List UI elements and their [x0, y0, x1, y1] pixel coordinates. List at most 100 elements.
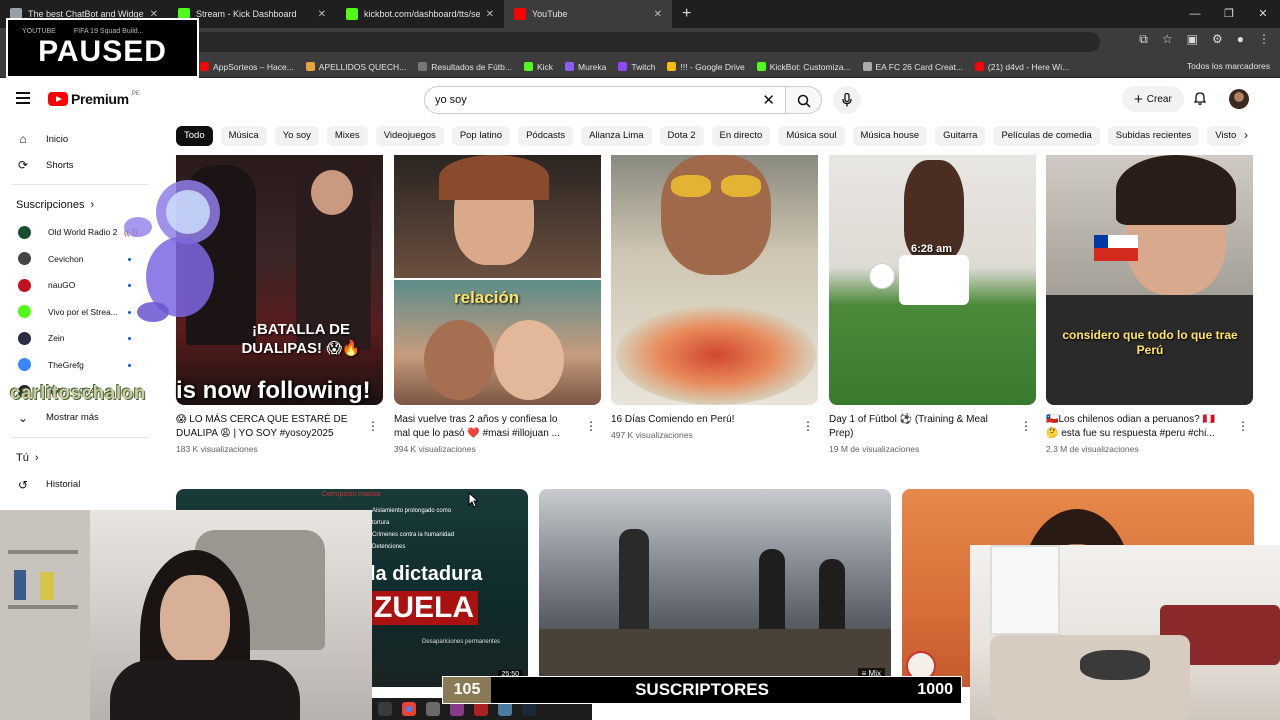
profile-icon[interactable]: ●	[1237, 32, 1244, 47]
logo-text: Premium	[71, 91, 129, 107]
channel-avatar	[18, 252, 31, 266]
obs-icon[interactable]	[474, 702, 488, 716]
more-options-icon[interactable]: ⋮	[585, 419, 597, 433]
thumb-shorts	[899, 255, 969, 305]
create-button[interactable]: + Crear	[1122, 86, 1184, 112]
search-button[interactable]	[786, 86, 822, 114]
video-title[interactable]: 16 Días Comiendo en Perú!	[611, 413, 791, 427]
filter-chip[interactable]: Alianza Lima	[581, 126, 652, 146]
plus-icon: +	[1134, 90, 1143, 108]
app-icon[interactable]	[426, 702, 440, 716]
filter-chip[interactable]: Películas de comedia	[993, 126, 1100, 146]
hamburger-menu-icon[interactable]	[16, 92, 30, 104]
steam-icon[interactable]	[522, 702, 536, 716]
bookmark-item[interactable]: APELLIDOS QUECH...	[305, 62, 406, 72]
video-title[interactable]: 😱 LO MÁS CERCA QUE ESTARÉ DE DUALIPA 😩 |…	[176, 413, 356, 441]
browser-menu-icon[interactable]: ⋮	[1258, 32, 1270, 47]
bookmark-item[interactable]: Twitch	[618, 62, 655, 72]
filter-chip[interactable]: Todo	[176, 126, 213, 146]
video-thumbnail[interactable]: 6:28 am	[829, 155, 1036, 405]
thumb-text: tortura	[372, 520, 390, 526]
sidebar-item-home[interactable]: ⌂ Inicio	[0, 126, 160, 152]
sidebar-item-history[interactable]: ↺ Historial	[0, 472, 160, 498]
video-card[interactable]: relación Masi vuelve tras 2 años y confi…	[394, 155, 601, 454]
filter-chip[interactable]: Música	[220, 126, 267, 146]
video-title[interactable]: 🇨🇱Los chilenos odian a peruanos? 🇵🇪 🤔 es…	[1046, 413, 1226, 441]
chevron-right-icon[interactable]: ›	[1244, 128, 1248, 142]
bookmark-item[interactable]: !!! - Google Drive	[667, 62, 745, 72]
bookmark-item[interactable]: (21) d4vd - Here Wi...	[974, 62, 1069, 72]
clear-search-icon[interactable]: ✕	[762, 91, 775, 109]
new-tab-button[interactable]: +	[672, 5, 701, 23]
video-card[interactable]: considero que todo lo que trae Perú 🇨🇱Lo…	[1046, 155, 1253, 454]
filter-chip[interactable]: Pódcasts	[518, 126, 574, 146]
chrome-icon[interactable]	[402, 702, 416, 716]
video-thumbnail[interactable]: relación	[394, 155, 601, 405]
food-plate	[616, 305, 816, 405]
search-query: yo soy	[435, 94, 467, 106]
search-input[interactable]: yo soy ✕	[424, 86, 786, 114]
start-icon[interactable]	[378, 702, 392, 716]
omnibox[interactable]	[190, 32, 1100, 52]
filter-chip[interactable]: En directo	[711, 126, 771, 146]
bookmark-item[interactable]: KickBot: Customiza...	[756, 62, 851, 72]
show-more-button[interactable]: ⌄ Mostrar más	[0, 405, 160, 431]
cast-icon[interactable]: ⧉	[1139, 32, 1148, 47]
filter-chip[interactable]: Yo soy	[274, 126, 319, 146]
close-tab-icon[interactable]: ✕	[318, 9, 326, 20]
channel-name: Zein	[48, 333, 65, 344]
all-bookmarks-link[interactable]: Todos los marcadores	[1187, 61, 1270, 71]
video-card[interactable]: 6:28 am Day 1 of Fútbol ⚽ (Training & Me…	[829, 155, 1036, 454]
video-views: 497 K visualizaciones	[611, 430, 693, 440]
close-tab-icon[interactable]: ✕	[486, 9, 494, 20]
video-card[interactable]: 16 Días Comiendo en Perú! 497 K visualiz…	[611, 155, 818, 440]
filter-chip[interactable]: Videojuegos	[375, 126, 444, 146]
sidebar-item-label: Mostrar más	[46, 412, 99, 423]
notifications-bell-icon[interactable]	[1192, 90, 1208, 106]
filter-chip[interactable]: Guitarra	[935, 126, 986, 146]
sidebar-item-label: Shorts	[46, 159, 74, 171]
filter-chip[interactable]: Mixes	[326, 126, 368, 146]
bookmark-item[interactable]: Kick	[523, 62, 553, 72]
bookmark-item[interactable]: EA FC 26 Card Creat...	[862, 62, 963, 72]
bookmark-item[interactable]: Mureka	[565, 62, 606, 72]
more-options-icon[interactable]: ⋮	[802, 419, 814, 433]
bookmark-item[interactable]: AppSorteos – Hace...	[200, 62, 294, 72]
you-heading[interactable]: Tú ›	[0, 444, 160, 472]
puzzle-icon[interactable]: ⚙	[1212, 32, 1223, 47]
channel-name: Old World Radio 2	[48, 227, 118, 238]
app-icon[interactable]	[450, 702, 464, 716]
youtube-logo[interactable]: Premium PE	[48, 91, 140, 107]
filter-chip[interactable]: Música soul	[778, 126, 845, 146]
video-title[interactable]: Day 1 of Fútbol ⚽ (Training & Meal Prep)	[829, 413, 1009, 441]
voice-search-button[interactable]	[833, 86, 861, 114]
close-tab-icon[interactable]: ✕	[654, 9, 662, 20]
minimize-icon[interactable]: —	[1178, 0, 1212, 28]
account-avatar[interactable]	[1229, 89, 1249, 109]
filter-chip[interactable]: Dota 2	[659, 126, 704, 146]
filter-chip[interactable]: Pop latino	[451, 126, 511, 146]
subscription-item[interactable]: TheGrefg	[0, 352, 160, 379]
sidebar-item-label: Historial	[46, 479, 81, 490]
browser-tab[interactable]: kickbot.com/dashboard/tts/set ✕	[336, 0, 504, 28]
astronaut-sticker	[124, 180, 220, 322]
more-options-icon[interactable]: ⋮	[367, 419, 379, 433]
filter-chip[interactable]: Música house	[852, 126, 928, 146]
bookmark-item[interactable]: Resultados de Fútb...	[418, 62, 512, 72]
extension-icon[interactable]: ▣	[1187, 32, 1198, 47]
more-options-icon[interactable]: ⋮	[1237, 419, 1249, 433]
filter-chip[interactable]: Visto	[1207, 126, 1245, 146]
bookmark-label: AppSorteos – Hace...	[213, 61, 294, 72]
more-options-icon[interactable]: ⋮	[1020, 419, 1032, 433]
video-thumbnail[interactable]: considero que todo lo que trae Perú	[1046, 155, 1253, 405]
app-icon[interactable]	[498, 702, 512, 716]
browser-tab-active[interactable]: YouTube ✕	[504, 0, 672, 28]
video-thumbnail[interactable]	[611, 155, 818, 405]
channel-avatar	[18, 278, 31, 292]
video-card-row2[interactable]: ≡ Mix	[539, 489, 891, 687]
filter-chip[interactable]: Subidas recientes	[1107, 126, 1200, 146]
video-title[interactable]: Masi vuelve tras 2 años y confiesa lo ma…	[394, 413, 574, 441]
close-window-icon[interactable]: ✕	[1246, 0, 1280, 28]
bookmark-star-icon[interactable]: ☆	[1162, 32, 1173, 47]
restore-icon[interactable]: ❐	[1212, 0, 1246, 28]
